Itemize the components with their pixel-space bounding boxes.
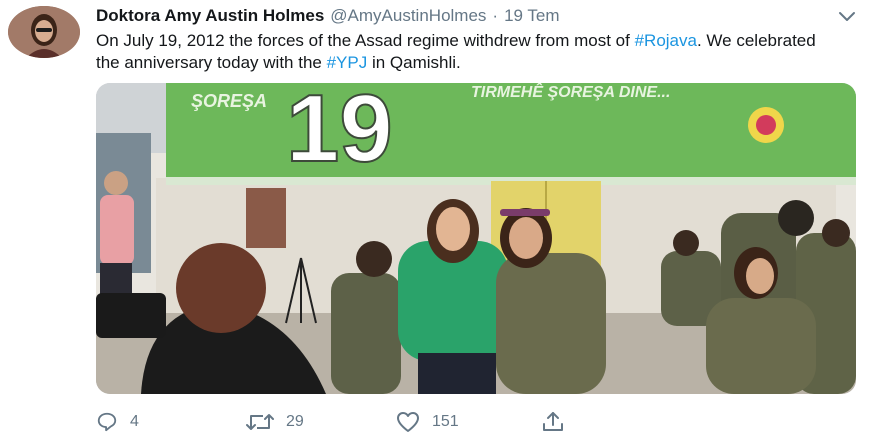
like-button[interactable]: 151: [396, 408, 459, 436]
banner-right-text: TIRMEHÊ ŞOREŞA DINE...: [471, 83, 670, 101]
author-name[interactable]: Doktora Amy Austin Holmes: [96, 6, 324, 26]
chevron-down-icon[interactable]: [836, 8, 858, 26]
tweet-actions: 4 29 151: [96, 408, 736, 436]
tweet[interactable]: Doktora Amy Austin Holmes @AmyAustinHolm…: [0, 0, 880, 440]
reply-icon: [97, 412, 117, 432]
banner-left-text: ŞOREŞA: [191, 91, 267, 111]
banner-number: 19: [286, 83, 393, 182]
hashtag-ypj[interactable]: #YPJ: [327, 53, 368, 72]
tweet-date[interactable]: 19 Tem: [504, 6, 559, 26]
like-count: 151: [432, 413, 459, 430]
banner: ŞOREŞA 19 TIRMEHÊ ŞOREŞA DINE...: [166, 83, 856, 185]
tweet-photo[interactable]: ŞOREŞA 19 TIRMEHÊ ŞOREŞA DINE...: [96, 83, 856, 394]
reply-count: 4: [130, 413, 139, 430]
like-icon: [397, 412, 419, 432]
reply-button[interactable]: 4: [96, 408, 139, 436]
tweet-text-part1: On July 19, 2012 the forces of the Assad…: [96, 31, 635, 50]
retweet-count: 29: [286, 413, 304, 430]
retweet-button[interactable]: 29: [246, 408, 304, 436]
retweet-icon: [246, 414, 274, 430]
tweet-header: Doktora Amy Austin Holmes @AmyAustinHolm…: [96, 6, 560, 28]
tweet-text: On July 19, 2012 the forces of the Assad…: [96, 30, 836, 74]
share-icon: [543, 412, 563, 431]
tweet-text-part3: in Qamishli.: [367, 53, 461, 72]
separator-dot: ·: [492, 6, 499, 25]
avatar[interactable]: [8, 6, 80, 58]
hashtag-rojava[interactable]: #Rojava: [635, 31, 697, 50]
author-handle[interactable]: @AmyAustinHolmes: [330, 6, 486, 26]
share-button[interactable]: [541, 408, 577, 436]
